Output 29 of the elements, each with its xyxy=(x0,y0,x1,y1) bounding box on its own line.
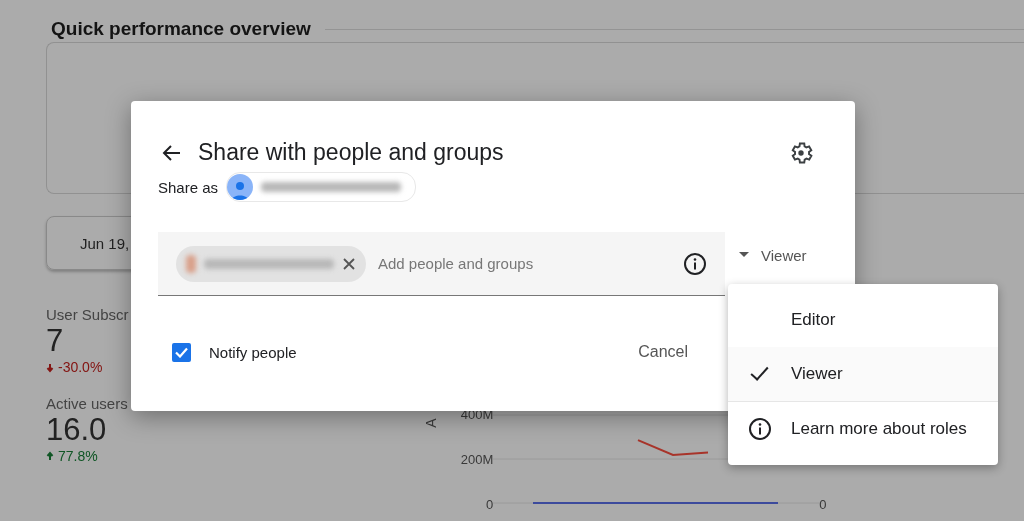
people-input-field[interactable]: Add people and groups xyxy=(376,254,673,273)
metric-value: 16.0 xyxy=(46,412,107,448)
up-arrow-icon xyxy=(46,450,54,462)
avatar-icon xyxy=(227,174,254,200)
checkbox-label: Notify people xyxy=(209,343,298,361)
metric-label: User Subscr xyxy=(46,306,129,323)
close-icon[interactable] xyxy=(342,256,356,271)
menu-item[interactable]: Viewer xyxy=(728,347,998,401)
axis-tick-label: 0 xyxy=(819,497,827,514)
metric-change: -30.0% xyxy=(58,359,103,375)
menu-item[interactable]: Editor xyxy=(728,293,998,347)
down-arrow-icon xyxy=(46,361,54,373)
dialog-title: Share with people and groups xyxy=(198,139,505,166)
metric-label: Active users xyxy=(46,395,128,412)
cancel-button[interactable]: Cancel xyxy=(632,342,694,362)
notify-checkbox[interactable] xyxy=(172,342,191,362)
info-icon xyxy=(683,251,707,276)
info-icon xyxy=(748,417,772,441)
axis-tick-label: 200M xyxy=(460,452,494,468)
metric-value: 7 xyxy=(46,323,64,359)
blurred-avatar-drawing xyxy=(186,254,196,273)
metric-change: 77.8% xyxy=(58,448,98,464)
caret-icon xyxy=(739,252,749,258)
role-dropdown[interactable]: Viewer xyxy=(739,246,807,264)
section-title: Quick performance overview xyxy=(51,18,311,40)
menu-item[interactable]: Learn more about roles xyxy=(728,402,998,456)
axis-tick-label: 0 xyxy=(486,497,494,513)
share-as-label: Share as xyxy=(158,178,219,196)
axis-label: A xyxy=(422,418,439,428)
